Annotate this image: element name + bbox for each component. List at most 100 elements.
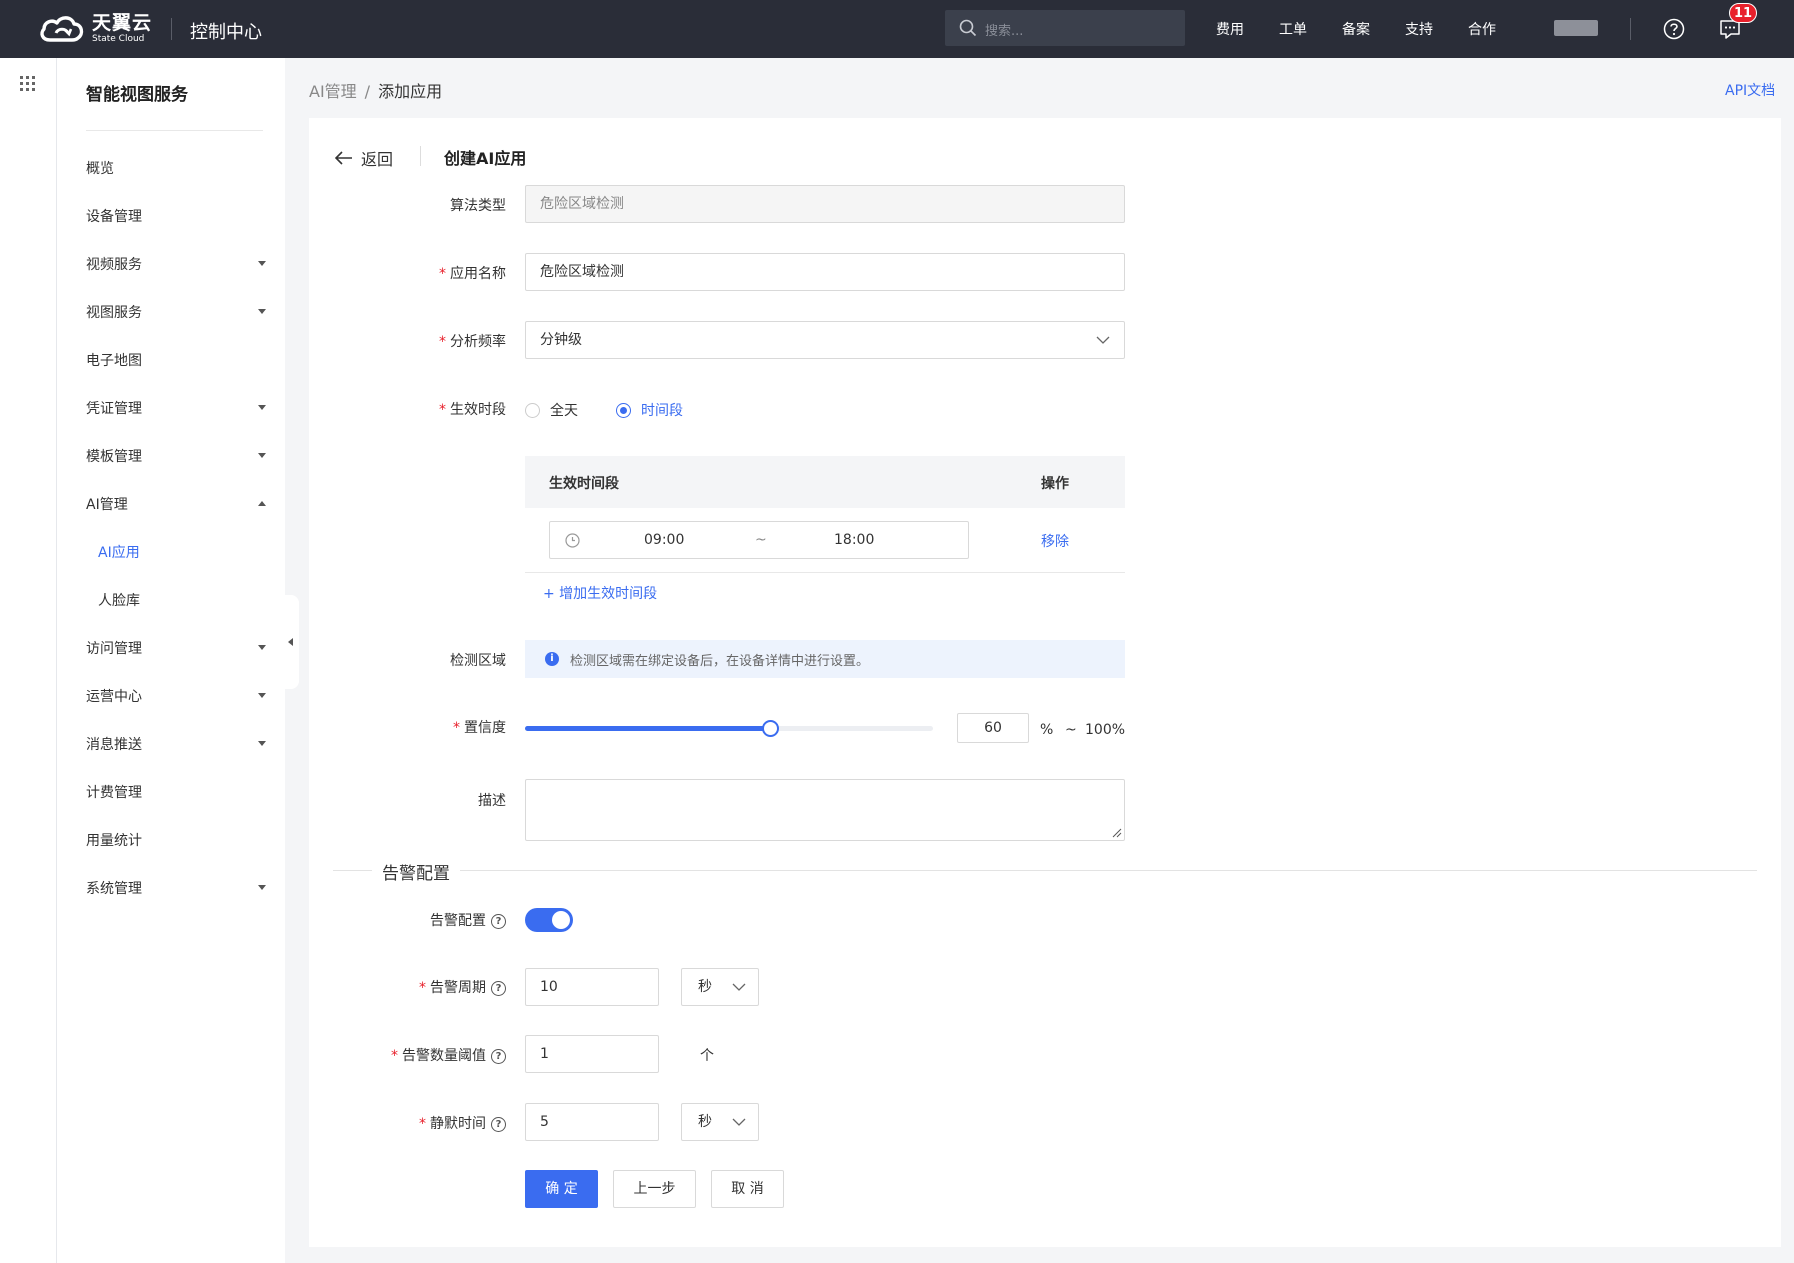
required-mark: *: [419, 1116, 426, 1132]
label-text: 生效时段: [450, 402, 506, 418]
confidence-label: * 置信度: [420, 717, 506, 737]
alarm-toggle[interactable]: [525, 908, 573, 932]
cloud-logo-icon: [40, 16, 84, 42]
sidebar-item-ai-apps[interactable]: AI应用: [98, 542, 278, 562]
alarm-threshold-label: * 告警数量阈值?: [330, 1045, 506, 1065]
divider: [86, 130, 263, 131]
radio-time-range[interactable]: 时间段: [616, 400, 683, 420]
description-textarea[interactable]: [525, 779, 1125, 841]
resize-grip-icon[interactable]: [1112, 828, 1122, 838]
nav-filing[interactable]: 备案: [1342, 19, 1370, 39]
back-button[interactable]: 返回: [335, 146, 393, 170]
chevron-down-icon: [258, 261, 266, 266]
alarm-cycle-input[interactable]: 10: [525, 968, 659, 1006]
label-text: 分析频率: [450, 334, 506, 350]
start-time: 09:00: [644, 532, 685, 548]
required-mark: *: [391, 1048, 398, 1064]
chevron-down-icon: [732, 1118, 746, 1126]
required-mark: *: [439, 266, 446, 282]
threshold-unit: 个: [700, 1048, 714, 1064]
label-text: 告警周期: [430, 980, 486, 996]
arrow-left-icon: [335, 151, 352, 165]
time-range-picker[interactable]: 09:00 ~ 18:00: [549, 521, 969, 559]
range-separator: ~: [1065, 722, 1077, 738]
unit-value: 秒: [698, 1114, 712, 1130]
sidebar-item-label: 访问管理: [86, 641, 142, 657]
frequency-value: 分钟级: [540, 332, 582, 348]
radio-all-day[interactable]: 全天: [525, 400, 578, 420]
confidence-slider[interactable]: [525, 720, 933, 737]
previous-step-button[interactable]: 上一步: [613, 1170, 696, 1208]
clock-icon: [565, 533, 580, 548]
silence-time-input[interactable]: 5: [525, 1103, 659, 1141]
chevron-down-icon: [732, 983, 746, 991]
nav-fees[interactable]: 费用: [1216, 19, 1244, 39]
sidebar-item-devices[interactable]: 设备管理: [86, 206, 266, 226]
nav-support[interactable]: 支持: [1405, 19, 1433, 39]
breadcrumb: AI管理 / 添加应用: [309, 78, 442, 102]
sidebar-item-templates[interactable]: 模板管理: [86, 446, 266, 466]
description-label: 描述: [478, 793, 506, 809]
sidebar-item-operations[interactable]: 运营中心: [86, 686, 266, 706]
breadcrumb-parent[interactable]: AI管理: [309, 82, 357, 101]
chevron-down-icon: [258, 405, 266, 410]
unit-value: 秒: [698, 979, 712, 995]
confidence-input[interactable]: 60: [957, 713, 1029, 743]
alarm-cycle-unit-select[interactable]: 秒: [681, 968, 759, 1006]
sidebar: 智能视图服务 概览 设备管理 视频服务 视图服务 电子地图 凭证管理 模板管理 …: [57, 58, 285, 1263]
nav-tickets[interactable]: 工单: [1279, 19, 1307, 39]
area-label: 检测区域: [450, 653, 506, 669]
alarm-section-title: 告警配置: [372, 859, 460, 884]
sidebar-item-label: 视图服务: [86, 305, 142, 321]
remove-period-link[interactable]: 移除: [1041, 531, 1069, 551]
required-mark: *: [419, 980, 426, 996]
sidebar-collapse-handle[interactable]: [285, 595, 299, 689]
sidebar-item-view[interactable]: 视图服务: [86, 302, 266, 322]
help-circle-icon[interactable]: ?: [491, 1049, 506, 1064]
sidebar-item-ai[interactable]: AI管理: [86, 494, 266, 514]
grid-menu-icon[interactable]: [20, 76, 35, 91]
area-info-alert: i 检测区域需在绑定设备后，在设备详情中进行设置。: [525, 640, 1125, 678]
chevron-left-icon: [288, 638, 293, 646]
chevron-up-icon: [258, 501, 266, 506]
user-account[interactable]: [1554, 20, 1598, 36]
logo[interactable]: 天翼云 State Cloud: [38, 14, 152, 44]
confirm-button[interactable]: 确 定: [525, 1170, 598, 1208]
nav-cooperation[interactable]: 合作: [1468, 19, 1496, 39]
console-title[interactable]: 控制中心: [190, 18, 262, 44]
sidebar-item-credentials[interactable]: 凭证管理: [86, 398, 266, 418]
sidebar-item-map[interactable]: 电子地图: [86, 350, 266, 370]
add-period-link[interactable]: + 增加生效时间段: [543, 583, 657, 603]
column-header-action: 操作: [1041, 476, 1069, 492]
sidebar-item-label: 运营中心: [86, 689, 142, 705]
cancel-button[interactable]: 取 消: [711, 1170, 784, 1208]
sidebar-item-system[interactable]: 系统管理: [86, 878, 266, 898]
sidebar-item-access[interactable]: 访问管理: [86, 638, 266, 658]
alarm-cycle-label: * 告警周期?: [360, 977, 506, 997]
toggle-knob: [552, 911, 570, 929]
message-count-badge: 11: [1729, 3, 1757, 23]
sidebar-item-billing[interactable]: 计费管理: [86, 782, 266, 802]
help-icon[interactable]: [1663, 18, 1685, 40]
end-time: 18:00: [834, 532, 875, 548]
help-circle-icon[interactable]: ?: [491, 1117, 506, 1132]
algo-type-field: 危险区域检测: [525, 185, 1125, 223]
sidebar-item-video[interactable]: 视频服务: [86, 254, 266, 274]
sidebar-item-label: 视频服务: [86, 257, 142, 273]
sidebar-item-label: AI管理: [86, 497, 128, 513]
search-box[interactable]: 搜索...: [945, 10, 1185, 46]
silence-unit-select[interactable]: 秒: [681, 1103, 759, 1141]
help-circle-icon[interactable]: ?: [491, 914, 506, 929]
logo-name: 天翼云: [92, 12, 153, 34]
sidebar-item-overview[interactable]: 概览: [86, 158, 266, 178]
app-name-input[interactable]: 危险区域检测: [525, 253, 1125, 291]
api-doc-link[interactable]: API文档: [1725, 80, 1775, 100]
help-circle-icon[interactable]: ?: [491, 981, 506, 996]
sidebar-item-notifications[interactable]: 消息推送: [86, 734, 266, 754]
percent-unit: %: [1040, 722, 1054, 738]
sidebar-item-face-library[interactable]: 人脸库: [98, 590, 278, 610]
slider-handle[interactable]: [761, 720, 779, 737]
alarm-threshold-input[interactable]: 1: [525, 1035, 659, 1073]
frequency-select[interactable]: 分钟级: [525, 321, 1125, 359]
sidebar-item-usage[interactable]: 用量统计: [86, 830, 266, 850]
